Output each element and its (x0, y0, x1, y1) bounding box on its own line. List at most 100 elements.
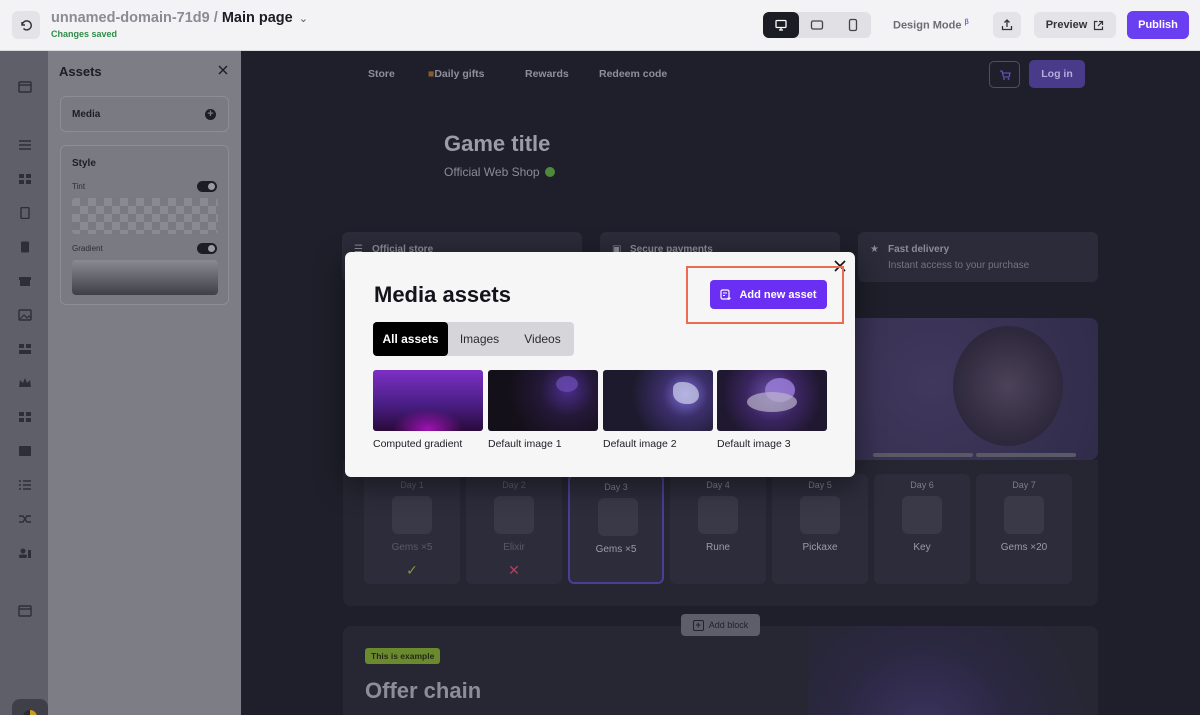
reward-name: Gems ×20 (1000, 542, 1048, 553)
avatar[interactable] (12, 699, 48, 715)
game-title: Game title (444, 131, 551, 156)
asset-thumbnail[interactable] (717, 370, 827, 431)
asset-card[interactable]: Default image 2 (603, 370, 713, 450)
day-label: Day 6 (910, 480, 934, 490)
hero-character-image (953, 326, 1063, 446)
file-icon[interactable] (18, 207, 32, 219)
store-icon[interactable] (18, 445, 32, 457)
save-status: Changes saved (51, 29, 118, 39)
components-icon[interactable] (18, 343, 32, 355)
mobile-view-button[interactable] (835, 12, 871, 38)
close-icon[interactable] (216, 63, 230, 77)
assets-panel: Assets Media + Style Tint Gradient (48, 51, 241, 715)
asset-thumbnail[interactable] (603, 370, 713, 431)
day-card[interactable]: Day 3 Gems ×5 (568, 474, 664, 584)
publish-button[interactable]: Publish (1127, 11, 1189, 39)
media-label: Media (72, 109, 101, 120)
add-block-button[interactable]: + Add block (681, 614, 760, 636)
add-media-icon[interactable]: + (205, 109, 216, 120)
users-icon[interactable] (18, 547, 32, 559)
asset-card[interactable]: Default image 1 (488, 370, 598, 450)
day-card[interactable]: Day 4 Rune (670, 474, 766, 584)
login-button[interactable]: Log in (1029, 60, 1085, 88)
undo-button[interactable] (12, 11, 40, 39)
day-card[interactable]: Day 7 Gems ×20 (976, 474, 1072, 584)
tablet-view-button[interactable] (799, 12, 835, 38)
gradient-toggle[interactable] (197, 243, 217, 254)
image-add-icon (720, 288, 732, 300)
cart-button[interactable] (989, 61, 1020, 88)
asset-card[interactable]: Computed gradient (373, 370, 483, 450)
nav-daily-gifts[interactable]: ■Daily gifts (428, 68, 485, 80)
blocks-icon[interactable] (18, 139, 32, 151)
nav-store[interactable]: Store (368, 68, 395, 80)
rune-icon (698, 496, 738, 534)
gradient-label: Gradient (72, 244, 103, 253)
tint-swatch[interactable] (72, 198, 218, 234)
day-card[interactable]: Day 6 Key (874, 474, 970, 584)
reward-name: Gems ×5 (595, 544, 637, 555)
asset-thumbnail[interactable] (373, 370, 483, 431)
nav-daily-gifts-label: Daily gifts (434, 68, 485, 80)
page-icon[interactable] (18, 241, 32, 253)
theme-icon (23, 710, 37, 715)
reward-name: Rune (706, 542, 730, 553)
widgets-icon[interactable] (18, 411, 32, 423)
chevron-down-icon[interactable]: ⌄ (299, 13, 308, 25)
add-block-label: Add block (708, 620, 749, 630)
day-card[interactable]: Day 2 Elixir ✕ (466, 474, 562, 584)
nav-rewards[interactable]: Rewards (525, 68, 569, 80)
offer-title: Offer chain (365, 678, 482, 703)
asset-thumbnail-art (747, 392, 797, 412)
media-assets-dialog: Media assets Add new asset All assets Im… (345, 252, 855, 477)
shuffle-icon[interactable] (18, 513, 32, 525)
day-card[interactable]: Day 1 Gems ×5 ✓ (364, 474, 460, 584)
game-subtitle: Official Web Shop (444, 165, 555, 179)
asset-label: Default image 2 (603, 438, 677, 450)
device-switcher (763, 12, 871, 38)
tab-videos[interactable]: Videos (511, 322, 574, 356)
window-icon[interactable] (18, 605, 32, 617)
asset-filter-tabs: All assets Images Videos (373, 322, 574, 356)
media-section[interactable]: Media + (60, 96, 229, 132)
project-name: unnamed-domain-71d9 (51, 10, 210, 26)
preview-button[interactable]: Preview (1034, 12, 1116, 38)
gift-icon[interactable] (18, 275, 32, 287)
gems-icon (392, 496, 432, 534)
desktop-view-button[interactable] (763, 12, 799, 38)
design-mode-toggle[interactable]: Design Mode β (893, 19, 969, 32)
day-card[interactable]: Day 5 Pickaxe (772, 474, 868, 584)
breadcrumb-separator: / (209, 10, 222, 26)
image-icon[interactable] (18, 309, 32, 321)
verified-icon (544, 167, 555, 177)
star-icon: ★ (870, 244, 879, 255)
page-name: Main page (221, 10, 293, 26)
add-new-asset-button[interactable]: Add new asset (710, 280, 827, 309)
gems-icon (1004, 496, 1044, 534)
asset-thumbnail[interactable] (488, 370, 598, 431)
export-button[interactable] (993, 12, 1021, 38)
crown-icon[interactable] (18, 377, 32, 389)
gradient-swatch[interactable] (72, 260, 218, 295)
top-toolbar: unnamed-domain-71d9 / Main page ⌄ Changes… (0, 0, 1200, 51)
tab-images[interactable]: Images (448, 322, 511, 356)
share-icon (1001, 19, 1013, 31)
reward-name: Elixir (503, 542, 525, 553)
asset-card[interactable]: Default image 3 (717, 370, 827, 450)
add-new-asset-label: Add new asset (739, 288, 817, 301)
tab-all-assets[interactable]: All assets (373, 322, 448, 356)
nav-redeem-code[interactable]: Redeem code (599, 68, 667, 80)
asset-label: Default image 1 (488, 438, 562, 450)
list-icon[interactable] (18, 479, 32, 491)
grid-icon[interactable] (18, 173, 32, 185)
mobile-icon (848, 18, 858, 32)
day-label: Day 7 (1012, 480, 1036, 490)
elixir-icon (494, 496, 534, 534)
day-label: Day 4 (706, 480, 730, 490)
layout-icon[interactable] (18, 81, 32, 93)
progress-segment (976, 453, 1076, 457)
breadcrumb[interactable]: unnamed-domain-71d9 / Main page ⌄ (51, 10, 308, 26)
gems-icon (598, 498, 638, 536)
style-section: Style Tint Gradient (60, 145, 229, 305)
tint-toggle[interactable] (197, 181, 217, 192)
